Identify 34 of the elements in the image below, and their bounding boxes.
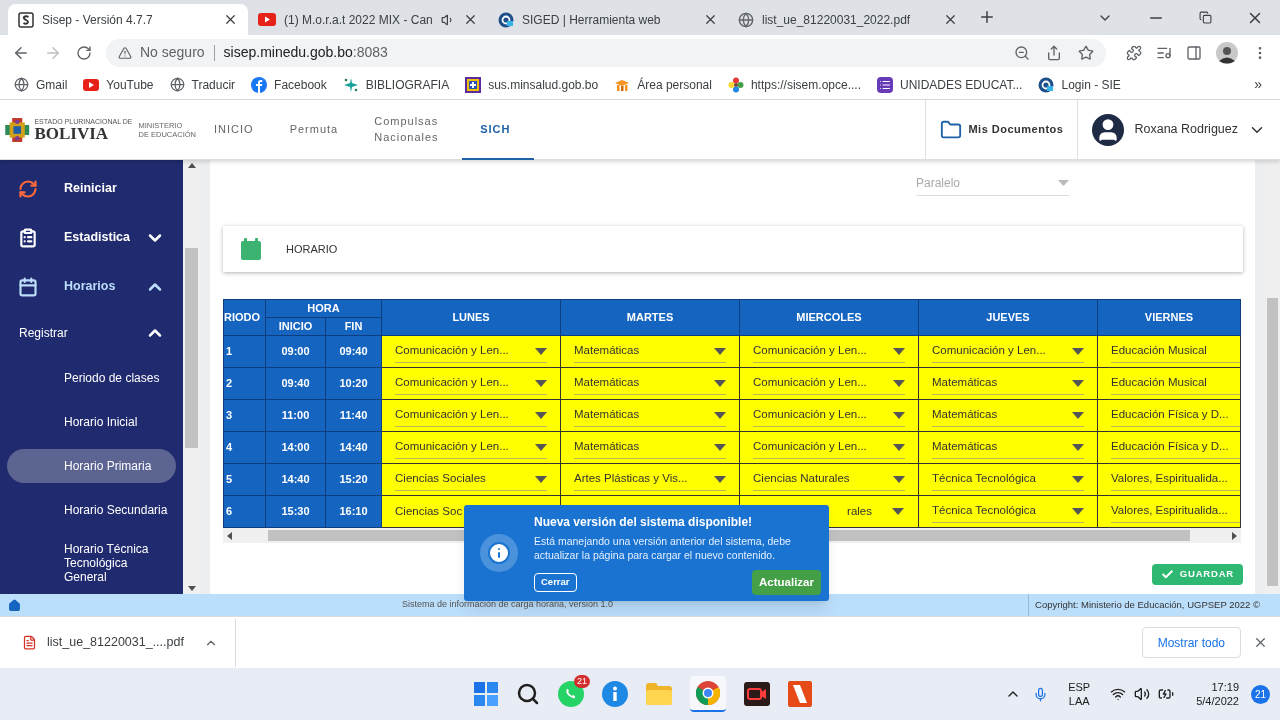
notification-badge: 21 bbox=[574, 675, 590, 688]
table-cell: 09:00 bbox=[265, 335, 326, 368]
table-cell: 16:10 bbox=[325, 495, 382, 528]
column-header: JUEVES bbox=[918, 299, 1098, 336]
table-cell: 11:00 bbox=[265, 399, 326, 432]
section-header: HORARIO bbox=[223, 226, 1243, 272]
table-cell: 6 bbox=[223, 495, 266, 528]
column-header: MIERCOLES bbox=[739, 299, 919, 336]
notification-message: Está manejando una versión anterior del sistema, debe actualizar la página para cargar el nuevo contenido. bbox=[534, 534, 792, 562]
table-cell: 14:40 bbox=[325, 431, 382, 464]
column-header: HORA bbox=[265, 299, 382, 318]
table-cell: 3 bbox=[223, 399, 266, 432]
url-text: sisep.minedu.gob.bo:8083 bbox=[223, 43, 388, 62]
security-label: No seguro bbox=[140, 43, 205, 62]
column-header: VIERNES bbox=[1097, 299, 1241, 336]
copyright-text: Copyright: Ministerio de Educación, UGPSEP 2022 © bbox=[1028, 594, 1266, 616]
column-header: LUNES bbox=[381, 299, 561, 336]
table-cell: 15:20 bbox=[325, 463, 382, 496]
system-label: Sistema de información de carga horaria, versión 1.0 bbox=[402, 598, 614, 612]
table-cell: 10:20 bbox=[325, 367, 382, 400]
notification-title: Nueva versión del sistema disponible! bbox=[534, 514, 754, 531]
table-cell: 1 bbox=[223, 335, 266, 368]
table-cell: 14:40 bbox=[265, 463, 326, 496]
table-cell: 09:40 bbox=[265, 367, 326, 400]
table-cell: 11:40 bbox=[325, 399, 382, 432]
column-header: MARTES bbox=[560, 299, 740, 336]
table-cell: 09:40 bbox=[325, 335, 382, 368]
table-cell: 5 bbox=[223, 463, 266, 496]
table-cell: 4 bbox=[223, 431, 266, 464]
user-name: Roxana Rodriguez bbox=[1134, 121, 1238, 139]
column-header: RIODO bbox=[223, 299, 266, 336]
table-cell: 14:00 bbox=[265, 431, 326, 464]
table-cell: 2 bbox=[223, 367, 266, 400]
table-cell: 15:30 bbox=[265, 495, 326, 528]
